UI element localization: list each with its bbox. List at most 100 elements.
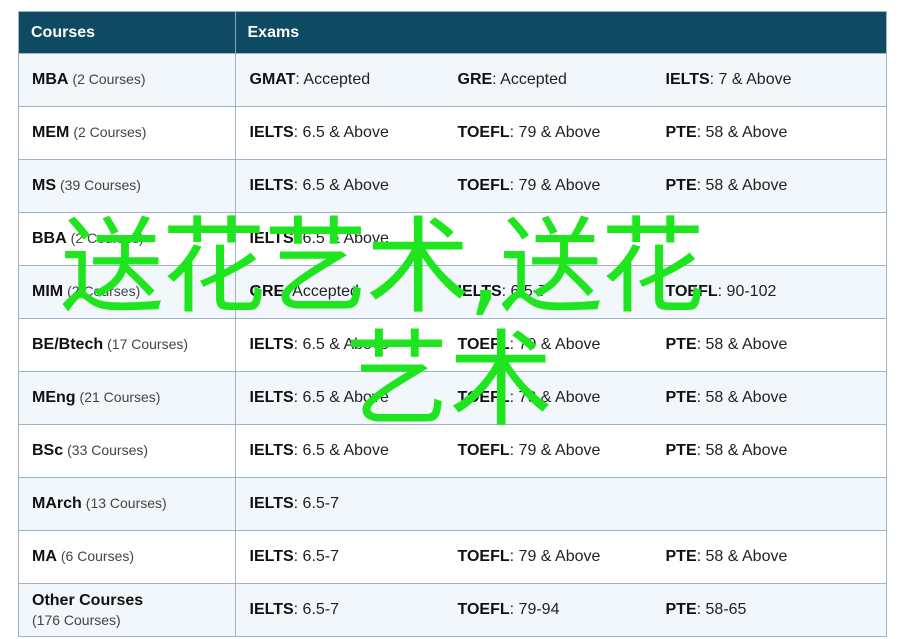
exam-score: : 6.5 & Above [293,177,389,194]
exam-score: : 58 & Above [696,124,788,141]
exam-name: PTE [665,177,697,194]
exam-name: TOEFL [457,389,510,406]
table-row: MEng (21 Courses) IELTS: 6.5 & Above TOEFL:… [19,371,886,425]
exam-list: IELTS: 6.5-7 TOEFL: 79-94 PTE: 58-65 [250,601,886,619]
exam-requirement: IELTS: 6.5-7 [250,548,458,566]
exam-requirement: IELTS: 6.5 & Above [250,442,458,460]
exam-name: IELTS [249,124,294,141]
exam-score: : 6.5 & Above [293,230,389,247]
course-count: (2 Courses) [72,71,146,87]
exam-list: IELTS: 6.5 & Above TOEFL: 79 & Above PTE: … [250,124,886,142]
exam-name: PTE [665,124,697,141]
exam-score: : 79 & Above [509,124,601,141]
exam-name: IELTS [249,601,294,618]
exam-score: : 79 & Above [509,177,601,194]
exam-score: : 6.5 & Above [293,124,389,141]
exam-score: : 6.5-7 [293,495,340,512]
course-cell: BSc (33 Courses) [19,424,236,478]
exam-name: IELTS [249,548,294,565]
exam-name: TOEFL [457,336,510,353]
exams-cell: IELTS: 6.5 & Above TOEFL: 79 & Above PTE: … [235,318,886,372]
exam-requirement: TOEFL: 79 & Above [458,548,666,566]
header-exams: Exams [235,12,886,54]
course-name: BE/Btech [32,336,104,353]
exam-requirement: IELTS: 6.5-7 [250,495,458,513]
table-row: MS (39 Courses) IELTS: 6.5 & Above TOEFL: 7… [19,159,886,213]
course-name: MBA [32,71,69,88]
exam-score: : 79 & Above [509,389,601,406]
course-cell: MA (6 Courses) [19,530,236,584]
exam-requirement: IELTS: 7 & Above [666,71,874,89]
table-row: BBA (2 Courses) IELTS: 6.5 & Above [19,212,886,266]
exam-requirement: PTE: 58 & Above [666,124,874,142]
exam-name: PTE [665,601,697,618]
exam-score: : 79 & Above [509,548,601,565]
exam-score: : 79-94 [509,601,560,618]
course-count: (21 Courses) [79,389,161,405]
exams-cell: IELTS: 6.5 & Above TOEFL: 79 & Above PTE: … [235,106,886,160]
exam-name: IELTS [249,230,294,247]
exam-score: : 58 & Above [696,177,788,194]
exam-requirement: GRE: Accepted [250,283,458,301]
course-count: (6 Courses) [60,548,135,564]
exam-name: TOEFL [457,124,510,141]
exam-requirement: IELTS: 6.5 & Above [250,124,458,142]
exams-cell: IELTS: 6.5 & Above TOEFL: 79 & Above PTE: … [235,424,886,478]
course-name: MEM [32,124,70,141]
course-count: (33 Courses) [67,442,149,458]
exam-score: : Accepted [492,71,567,88]
table-row: Other Courses (176 Courses) IELTS: 6.5-7 TO… [19,583,886,636]
exam-list: IELTS: 6.5-7 TOEFL: 79 & Above PTE: 58 & A… [250,548,886,566]
course-name: MIM [32,283,64,300]
course-name: Other Courses [32,592,144,609]
exams-cell: IELTS: 6.5 & Above TOEFL: 79 & Above PTE: … [235,371,886,425]
exams-cell: IELTS: 6.5-7 TOEFL: 79-94 PTE: 58-65 [235,583,886,636]
exam-name: GRE [249,283,285,300]
exam-list: IELTS: 6.5 & Above TOEFL: 79 & Above PTE: … [250,336,886,354]
course-name: MEng [32,389,76,406]
exam-name: IELTS [249,442,294,459]
exam-requirement: IELTS: 6.5-7 [458,283,666,301]
exam-score: : 6.5 & Above [293,389,389,406]
exam-list: IELTS: 6.5-7 [250,495,886,513]
exam-name: PTE [665,548,697,565]
exam-requirement: PTE: 58 & Above [666,389,874,407]
course-cell: MS (39 Courses) [19,159,236,213]
exam-requirement: TOEFL: 79 & Above [458,389,666,407]
exam-requirement: IELTS: 6.5 & Above [250,177,458,195]
exam-score: : 6.5-7 [293,601,340,618]
exam-score: : 58 & Above [696,442,788,459]
exam-list: IELTS: 6.5 & Above TOEFL: 79 & Above PTE: … [250,389,886,407]
table-row: MA (6 Courses) IELTS: 6.5-7 TOEFL: 79 & Abo… [19,530,886,584]
table-body: MBA (2 Courses) GMAT: Accepted GRE: Accepte… [19,53,886,636]
exams-cell: GMAT: Accepted GRE: Accepted IELTS: 7 & Ab… [235,53,886,107]
exam-requirement: PTE: 58 & Above [666,177,874,195]
course-count: (39 Courses) [60,177,141,193]
exams-cell: IELTS: 6.5-7 [235,477,886,531]
exam-score: : 6.5-7 [293,548,340,565]
exam-name: IELTS [457,283,502,300]
exam-requirement: GMAT: Accepted [250,71,458,89]
exam-score: : 6.5-7 [501,283,548,300]
course-count: (2 Courses) [70,230,144,246]
course-count: (2 Courses) [67,283,141,299]
exam-score: : 58 & Above [696,336,788,353]
exam-list: GMAT: Accepted GRE: Accepted IELTS: 7 & Ab… [250,71,886,89]
course-count: (13 Courses) [85,495,167,511]
exam-name: GMAT [249,71,296,88]
exam-requirement: TOEFL: 79 & Above [458,336,666,354]
exam-requirement: TOEFL: 79 & Above [458,124,666,142]
exam-name: IELTS [665,71,710,88]
table-header-row: Courses Exams [19,12,886,54]
course-count: (2 Courses) [73,124,147,140]
exam-list: GRE: Accepted IELTS: 6.5-7 TOEFL: 90-102 [250,283,886,301]
table-row: BSc (33 Courses) IELTS: 6.5 & Above TOEFL: … [19,424,886,478]
exam-score: : 6.5 & Above [293,336,389,353]
exam-requirement: PTE: 58 & Above [666,442,874,460]
exam-name: IELTS [249,495,294,512]
courses-exams-table: Courses Exams MBA (2 Courses) GMAT: Accept… [19,12,886,636]
exam-score: : 58 & Above [696,548,788,565]
exam-requirement: TOEFL: 79-94 [458,601,666,619]
exam-score: : 7 & Above [709,71,792,88]
exam-name: PTE [665,336,697,353]
